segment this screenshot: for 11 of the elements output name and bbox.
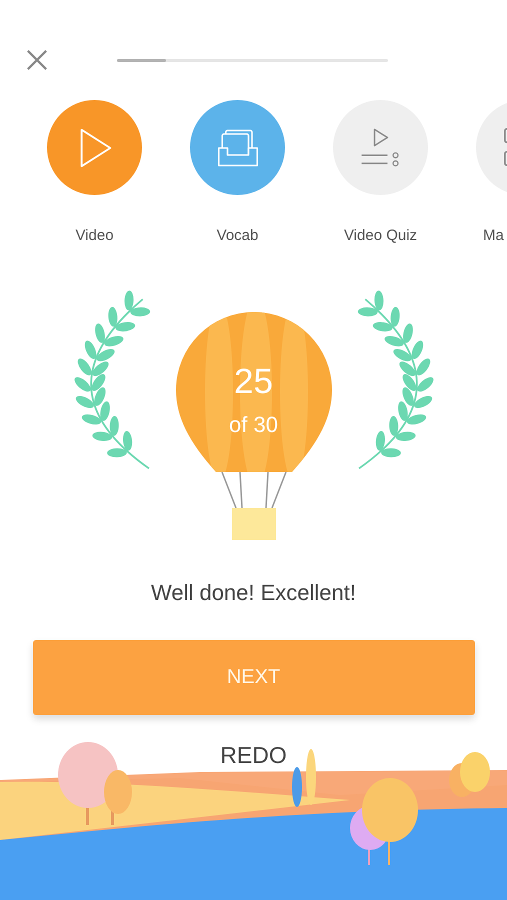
step-label: Ma [483,227,504,244]
cards-icon [216,126,258,168]
step-label: Video [75,227,114,244]
quiz-icon [360,126,402,168]
result-message: Well done! Excellent! [150,580,356,606]
step-label: Vocab [216,227,258,244]
step-label: Video Quiz [344,227,418,244]
score-value: 25 [234,362,273,402]
redo-button[interactable]: REDO [216,740,291,771]
score-total: of 30 [229,412,278,438]
close-icon[interactable] [26,49,48,71]
